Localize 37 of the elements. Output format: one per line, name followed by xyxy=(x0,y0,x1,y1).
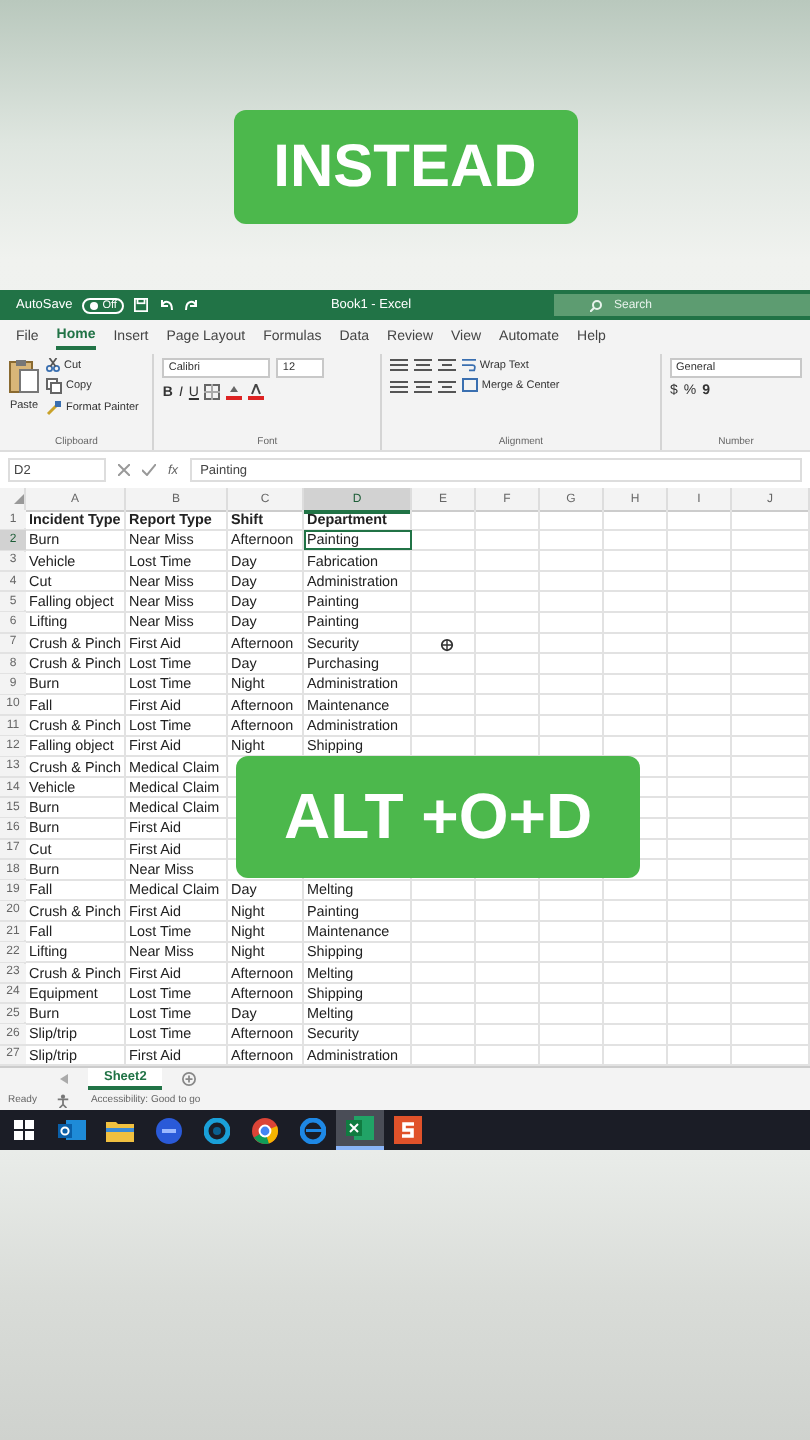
chrome-icon xyxy=(251,1117,277,1144)
cut-icon[interactable] xyxy=(46,358,60,372)
align-icon[interactable] xyxy=(437,358,456,374)
save-icon[interactable] xyxy=(134,298,149,312)
border-icon[interactable] xyxy=(204,384,221,400)
folder-icon xyxy=(106,1119,134,1142)
taskbar-button[interactable] xyxy=(336,1110,384,1151)
accessibility-icon[interactable] xyxy=(56,1093,71,1108)
fill-color-icon[interactable] xyxy=(226,384,243,400)
windows-icon xyxy=(14,1120,34,1141)
align-icon[interactable] xyxy=(389,380,408,396)
caption-banner: ALT +O+D xyxy=(236,756,640,878)
align-icon[interactable] xyxy=(389,358,408,374)
add-sheet-icon[interactable] xyxy=(182,1072,197,1087)
check-icon[interactable] xyxy=(142,464,156,476)
caption-banner: INSTEAD xyxy=(233,110,577,224)
search-icon[interactable] xyxy=(590,299,602,311)
wrap-icon[interactable] xyxy=(461,358,476,372)
font-color-icon[interactable] xyxy=(248,384,265,400)
cancel-icon[interactable] xyxy=(118,464,130,476)
brush-icon[interactable] xyxy=(46,400,62,416)
cursor-icon xyxy=(440,638,454,652)
select-all-icon[interactable] xyxy=(14,494,24,504)
spreadsheet-icon xyxy=(346,1116,374,1141)
redo-icon[interactable] xyxy=(184,298,201,312)
align-icon[interactable] xyxy=(413,358,432,374)
browser-icon xyxy=(299,1117,325,1144)
clipboard-icon[interactable] xyxy=(8,358,40,394)
mail-icon xyxy=(58,1118,86,1143)
undo-icon[interactable] xyxy=(158,298,175,312)
copy-icon[interactable] xyxy=(46,378,62,394)
align-icon[interactable] xyxy=(413,380,432,396)
app-icon xyxy=(155,1117,181,1144)
aperture-icon xyxy=(203,1117,229,1144)
slides-icon xyxy=(394,1116,422,1145)
merge-icon[interactable] xyxy=(461,378,478,392)
align-icon[interactable] xyxy=(437,380,456,396)
